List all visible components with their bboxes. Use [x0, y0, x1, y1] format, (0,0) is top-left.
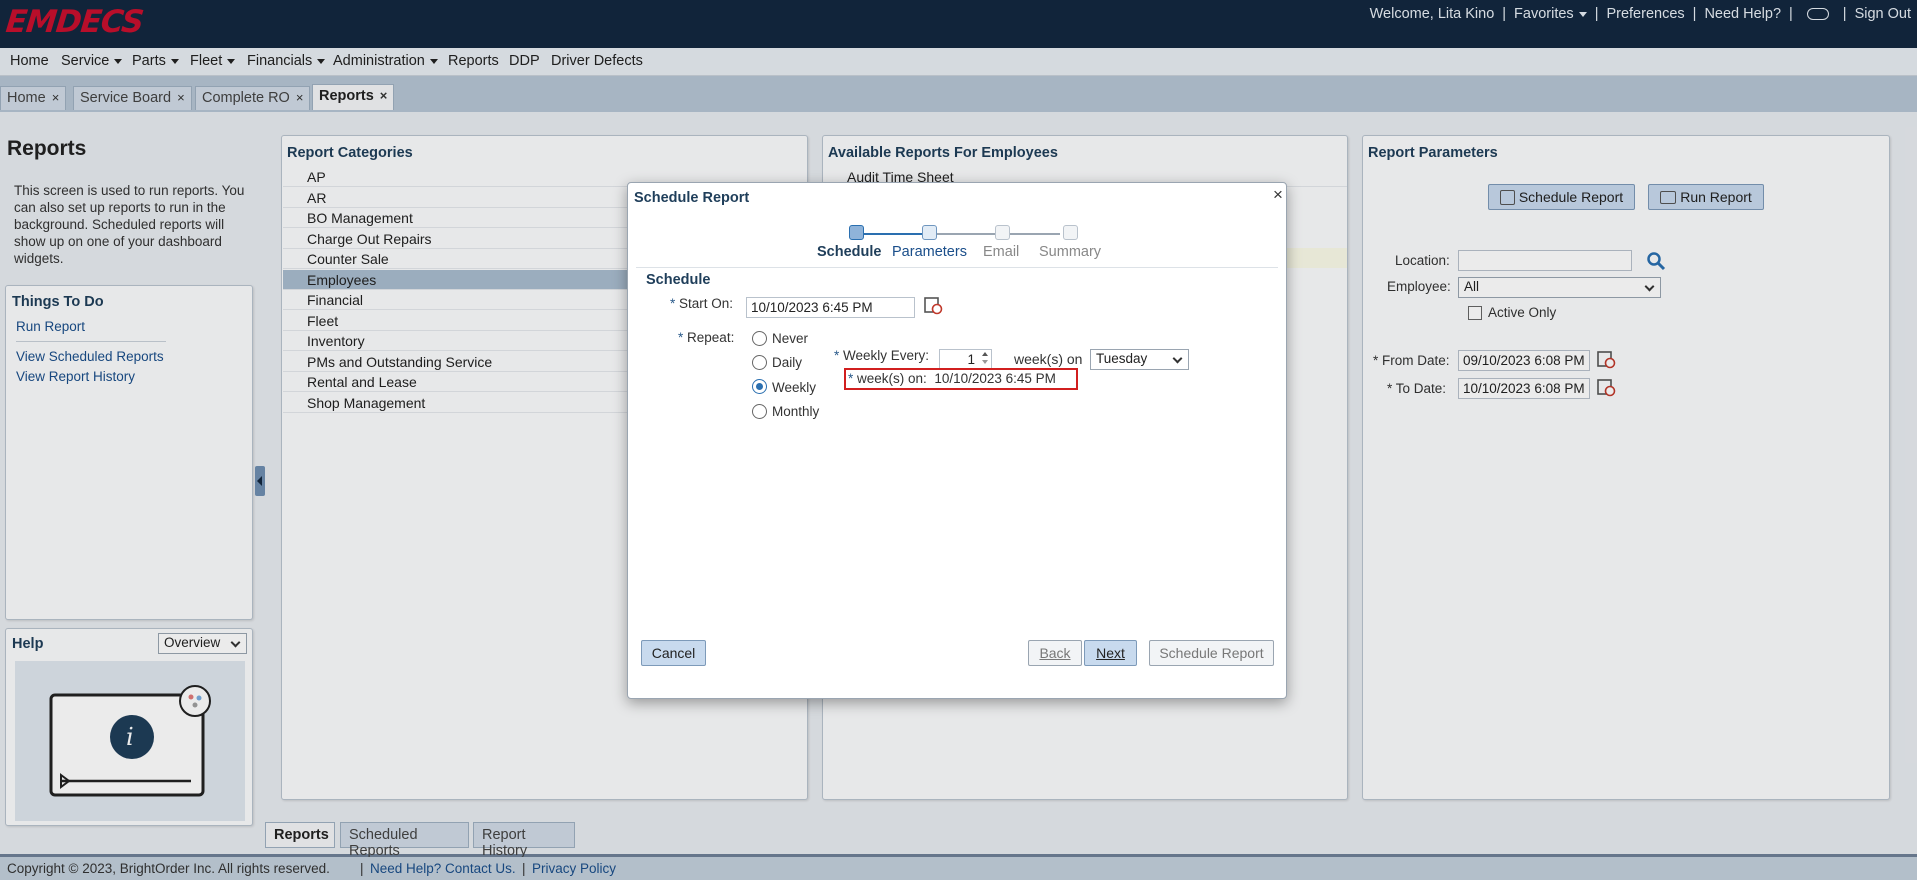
next-button[interactable]: Next: [1084, 640, 1137, 666]
repeat-weekly-label: Weekly: [772, 380, 817, 395]
back-button[interactable]: Back: [1028, 640, 1082, 666]
repeat-weekly-radio[interactable]: [752, 379, 767, 394]
step-summary: Summary: [1039, 244, 1102, 260]
section-title: Schedule: [646, 272, 711, 288]
repeat-monthly-radio[interactable]: [752, 404, 767, 419]
repeat-never-radio[interactable]: [752, 331, 767, 346]
step-schedule: Schedule: [817, 244, 882, 260]
weeks-on-summary: * week(s) on: 10/10/2023 6:45 PM: [848, 371, 1056, 386]
weekday-select[interactable]: Tuesday: [1090, 349, 1189, 370]
schedule-report-dialog: Schedule Report × Schedule Parameters Em…: [627, 182, 1287, 699]
repeat-label: * Repeat:: [678, 330, 735, 345]
calendar-icon[interactable]: [923, 295, 943, 315]
repeat-daily-radio[interactable]: [752, 355, 767, 370]
step-schedule-marker: [849, 225, 864, 240]
start-on-label: * Start On:: [670, 296, 734, 311]
start-on-input[interactable]: 10/10/2023 6:45 PM: [746, 297, 915, 318]
chevron-down-icon: [1172, 353, 1183, 364]
cancel-button[interactable]: Cancel: [641, 640, 706, 666]
schedule-report-submit-button[interactable]: Schedule Report: [1149, 640, 1274, 666]
chevron-up-icon[interactable]: [982, 352, 988, 356]
divider: [636, 267, 1278, 268]
step-email: Email: [983, 244, 1020, 260]
step-parameters[interactable]: Parameters: [892, 244, 967, 260]
stepper-arrows[interactable]: [980, 350, 990, 368]
repeat-never-label: Never: [772, 331, 809, 346]
weeks-on-value: 10/10/2023 6:45 PM: [934, 371, 1056, 386]
step-email-marker: [995, 225, 1010, 240]
step-summary-marker: [1063, 225, 1078, 240]
dialog-title: Schedule Report: [634, 190, 750, 206]
repeat-daily-label: Daily: [772, 355, 803, 370]
weeks-on-text: week(s) on: [1014, 351, 1083, 367]
repeat-monthly-label: Monthly: [772, 404, 820, 419]
chevron-down-icon[interactable]: [982, 360, 988, 364]
step-line-progress: [856, 233, 930, 235]
weekly-every-label: * Weekly Every:: [834, 348, 930, 363]
step-parameters-marker[interactable]: [922, 225, 937, 240]
close-icon[interactable]: ×: [1273, 185, 1283, 205]
